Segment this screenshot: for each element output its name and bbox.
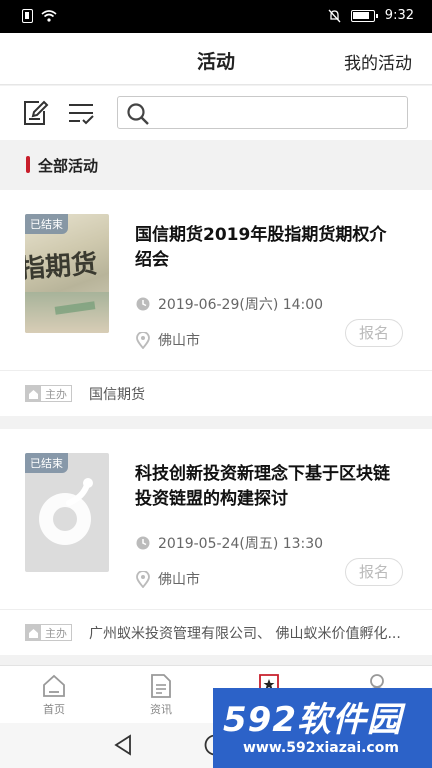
status-badge: 已结束 [25,453,68,473]
host-name: 国信期货 [89,387,145,403]
location-pin-icon [136,570,150,588]
host-tag: 主办 [25,385,72,402]
activity-datetime-row: 2019-06-29(周六) 14:00 [136,294,323,314]
host-row: 主办 广州蚁米投资管理有限公司、 佛山蚁米价值孵化... [0,609,432,655]
activity-thumbnail: 已结束 指期货 [25,214,109,333]
wifi-icon [41,10,57,22]
host-name: 广州蚁米投资管理有限公司、 佛山蚁米价值孵化... [89,626,401,642]
home-tag-icon [26,625,41,640]
clock-icon [136,536,150,550]
location-pin-icon [136,331,150,349]
filter-list-icon[interactable] [67,99,95,127]
search-input[interactable] [158,101,398,125]
activity-thumbnail: 已结束 [25,453,109,572]
battery-icon [350,9,378,22]
host-tag-label: 主办 [45,387,67,401]
document-icon [151,674,171,698]
activity-card[interactable]: 已结束 科技创新投资新理念下基于区块链投资链盟的构建探讨 2019-05-24(… [0,429,432,655]
tab-home[interactable]: 首页 [24,671,84,717]
activity-location: 佛山市 [158,333,200,349]
watermark-url: www.592xiazai.com [243,740,399,756]
app-header: 活动 我的活动 [0,33,432,85]
clock-icon [136,297,150,311]
status-badge: 已结束 [25,214,68,234]
activity-datetime: 2019-06-29(周六) 14:00 [158,297,324,313]
host-row: 主办 国信期货 [0,370,432,416]
signup-button[interactable]: 报名 [345,319,403,347]
mute-icon [328,9,341,22]
tab-label: 首页 [43,703,65,716]
section-accent-bar [26,156,30,173]
section-header: 全部活动 [0,146,432,184]
activity-card[interactable]: 已结束 指期货 国信期货2019年股指期货期权介绍会 2019-06-29(周六… [0,190,432,416]
activity-title[interactable]: 国信期货2019年股指期货期权介绍会 [135,223,395,273]
status-bar: 9:32 [0,0,432,33]
activity-location-row: 佛山市 [136,569,200,589]
tab-news[interactable]: 资讯 [131,671,191,717]
activity-title[interactable]: 科技创新投资新理念下基于区块链投资链盟的构建探讨 [135,462,395,512]
screen: 9:32 活动 我的活动 全部活动 已结束 指期货 国信期货2019年股指期货期… [0,0,432,768]
my-activities-link[interactable]: 我的活动 [344,49,412,74]
search-box[interactable] [117,96,408,129]
tab-label: 资讯 [150,703,172,716]
home-icon [43,674,65,697]
home-tag-icon [26,386,41,401]
search-icon [127,103,149,125]
activity-datetime: 2019-05-24(周五) 13:30 [158,536,324,552]
activity-datetime-row: 2019-05-24(周五) 13:30 [136,533,323,553]
edit-icon[interactable] [21,99,49,127]
host-tag-label: 主办 [45,626,67,640]
thumbnail-caption: 指期货 [25,249,99,285]
watermark-title: 592软件园 [223,700,402,740]
status-time: 9:32 [384,8,414,23]
signup-button[interactable]: 报名 [345,558,403,586]
watermark: 592软件园 www.592xiazai.com [213,688,432,768]
back-icon[interactable] [113,734,133,756]
host-tag: 主办 [25,624,72,641]
section-title: 全部活动 [38,157,99,175]
sim-icon [22,9,33,23]
toolbar [0,86,432,140]
activity-location: 佛山市 [158,572,200,588]
activity-location-row: 佛山市 [136,330,200,350]
